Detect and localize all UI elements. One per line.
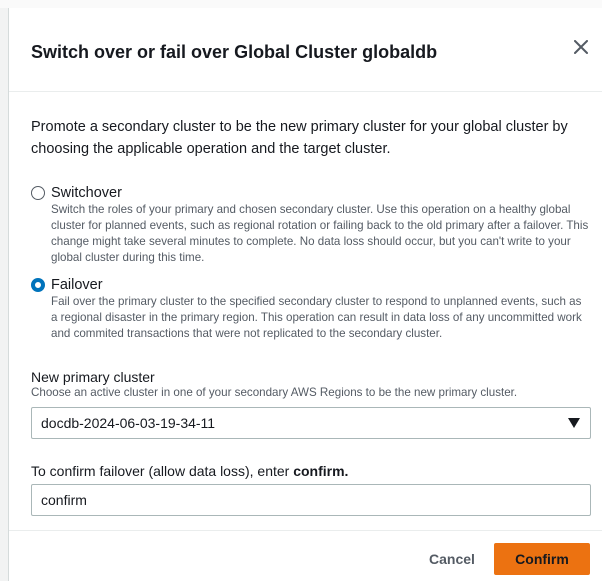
switchover-radio[interactable] — [31, 186, 45, 200]
new-primary-label: New primary cluster — [31, 369, 155, 385]
new-primary-description: Choose an active cluster in one of your … — [31, 386, 518, 399]
confirm-input[interactable] — [31, 484, 591, 516]
failover-modal: Switch over or fail over Global Cluster … — [8, 8, 602, 581]
failover-label: Failover — [51, 277, 103, 293]
intro-text: Promote a secondary cluster to be the ne… — [31, 119, 568, 157]
switchover-label: Switchover — [51, 185, 122, 201]
confirm-label-prefix: To confirm failover (allow data loss), e… — [31, 463, 294, 479]
cancel-button[interactable]: Cancel — [413, 543, 491, 575]
failover-radio[interactable] — [31, 278, 45, 292]
new-primary-select[interactable]: docdb-2024-06-03-19-34-11 — [31, 407, 591, 439]
close-icon — [574, 40, 588, 54]
modal-header: Switch over or fail over Global Cluster … — [9, 8, 602, 92]
backdrop-top-bar — [0, 0, 602, 8]
failover-description: Fail over the primary cluster to the spe… — [51, 295, 582, 340]
modal-title: Switch over or fail over Global Cluster … — [31, 42, 438, 62]
new-primary-select-value: docdb-2024-06-03-19-34-11 — [41, 415, 216, 431]
confirm-button[interactable]: Confirm — [494, 543, 590, 575]
switchover-description: Switch the roles of your primary and cho… — [51, 203, 589, 264]
caret-down-icon — [568, 418, 580, 428]
close-button[interactable] — [570, 36, 592, 58]
confirm-field-label: To confirm failover (allow data loss), e… — [31, 462, 348, 480]
confirm-label-keyword: confirm. — [293, 463, 349, 479]
modal-footer: Cancel Confirm — [9, 530, 602, 581]
